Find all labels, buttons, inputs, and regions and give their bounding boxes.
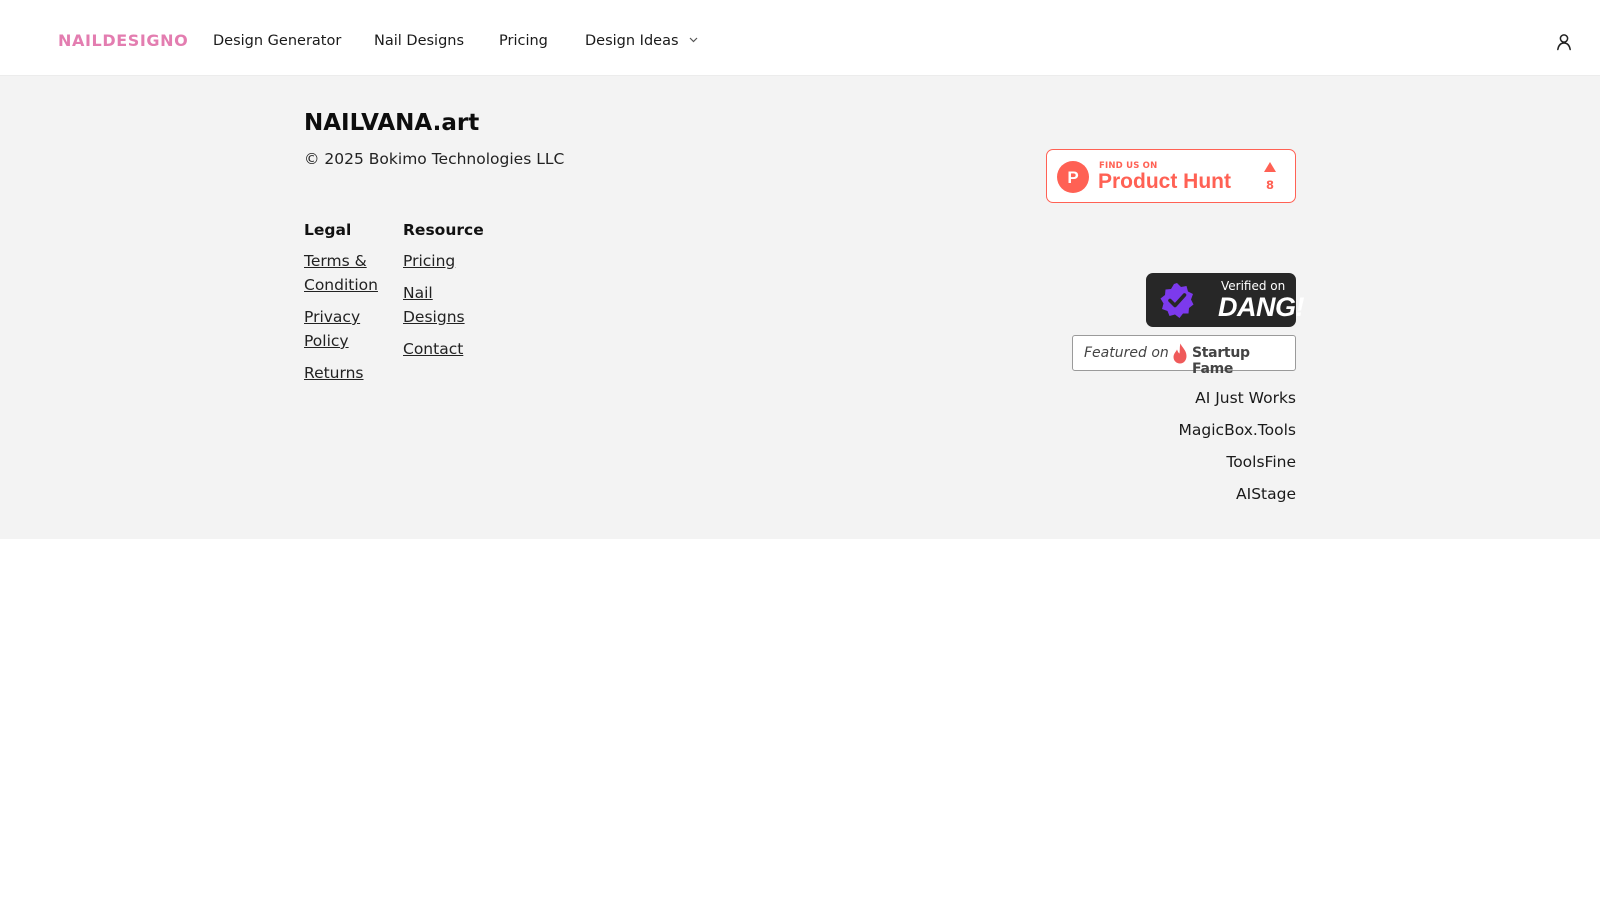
brand-logo[interactable]: NAILDESIGNO: [58, 31, 188, 50]
startup-fame-name: Startup Fame: [1192, 345, 1250, 377]
footer-site-name: NAILVANA.art: [304, 110, 480, 136]
nav-design-ideas-label: Design Ideas: [585, 33, 679, 49]
partner-link-magicbox-tools[interactable]: MagicBox.Tools: [1179, 421, 1296, 439]
legal-column-title: Legal: [304, 221, 352, 239]
partner-link-aistage[interactable]: AIStage: [1236, 485, 1296, 503]
link-contact[interactable]: Contact: [403, 337, 473, 361]
product-hunt-badge[interactable]: P FIND US ON Product Hunt 8: [1046, 149, 1296, 203]
startup-fame-featured-label: Featured on: [1084, 345, 1169, 361]
resource-column-title: Resource: [403, 221, 484, 239]
verified-seal-icon: [1160, 283, 1194, 318]
link-nail-designs[interactable]: Nail Designs: [403, 281, 473, 329]
site-footer: NAILVANA.art © 2025 Bokimo Technologies …: [0, 76, 1600, 539]
svg-text:P: P: [1067, 168, 1078, 187]
footer-copyright: © 2025 Bokimo Technologies LLC: [304, 150, 565, 168]
dang-verified-badge[interactable]: Verified on DANG!: [1146, 273, 1305, 327]
nav-nail-designs[interactable]: Nail Designs: [374, 33, 464, 49]
partner-link-ai-just-works[interactable]: AI Just Works: [1195, 389, 1296, 407]
upvote-arrow-icon: [1264, 162, 1276, 172]
link-pricing[interactable]: Pricing: [403, 249, 473, 273]
startup-fame-badge[interactable]: Featured on Startup Fame: [1072, 335, 1296, 377]
product-hunt-upvote-count: 8: [1265, 178, 1274, 192]
flame-icon: [1173, 343, 1187, 364]
product-hunt-name: Product Hunt: [1098, 170, 1231, 193]
nav-pricing[interactable]: Pricing: [499, 33, 548, 49]
nav-design-ideas-dropdown[interactable]: Design Ideas: [585, 33, 698, 49]
link-returns[interactable]: Returns: [304, 361, 390, 385]
user-icon[interactable]: [1554, 32, 1574, 52]
partner-link-toolsfine[interactable]: ToolsFine: [1226, 453, 1296, 471]
link-privacy-policy[interactable]: Privacy Policy: [304, 305, 390, 353]
link-terms-condition[interactable]: Terms & Condition: [304, 249, 390, 297]
dang-logo-text: DANG!: [1218, 292, 1305, 322]
dang-verified-label: Verified on: [1221, 279, 1286, 293]
product-hunt-logo-icon: P: [1057, 161, 1089, 193]
top-navbar: NAILDESIGNO Design Generator Nail Design…: [0, 0, 1600, 76]
chevron-down-icon: [689, 37, 698, 43]
nav-design-generator[interactable]: Design Generator: [213, 33, 341, 49]
